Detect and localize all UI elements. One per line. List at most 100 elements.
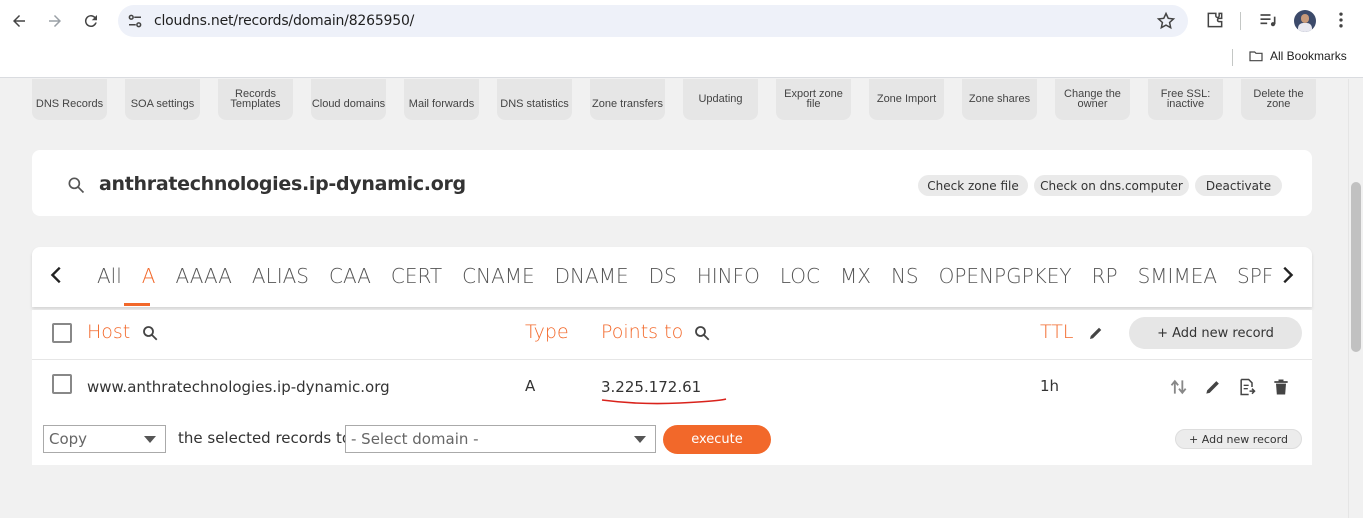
tool-free-ssl[interactable]: Free SSL: inactive bbox=[1148, 79, 1223, 120]
tab-list: All A AAAA ALIAS CAA CERT CNAME DNAME DS… bbox=[87, 264, 1283, 288]
record-ttl: 1h bbox=[1040, 377, 1060, 395]
sort-arrows-icon[interactable] bbox=[1169, 377, 1189, 397]
bulk-actions-bar: Copy the selected records to - Select do… bbox=[32, 413, 1312, 465]
check-zone-file-button[interactable]: Check zone file bbox=[918, 175, 1028, 196]
tool-mail-forwards[interactable]: Mail forwards bbox=[404, 79, 479, 120]
record-points-to: 3.225.172.61 bbox=[601, 378, 702, 396]
execute-button[interactable]: execute bbox=[663, 425, 771, 454]
tool-zone-transfers[interactable]: Zone transfers bbox=[590, 79, 665, 120]
record-type-tabs: All A AAAA ALIAS CAA CERT CNAME DNAME DS… bbox=[32, 247, 1312, 307]
tool-label: Zone Import bbox=[876, 93, 937, 105]
forward-button[interactable] bbox=[42, 8, 68, 34]
tab-smimea[interactable]: SMIMEA bbox=[1128, 264, 1227, 288]
tool-dns-records[interactable]: DNS Records bbox=[32, 79, 107, 120]
tool-label: Free SSL: inactive bbox=[1160, 88, 1211, 110]
chevron-right-icon[interactable] bbox=[1276, 264, 1298, 286]
tool-label: Zone shares bbox=[968, 93, 1031, 105]
tool-updating[interactable]: Updating bbox=[683, 79, 758, 120]
points-to-header[interactable]: Points to bbox=[601, 321, 683, 343]
clone-record-icon[interactable] bbox=[1237, 377, 1257, 397]
tool-export-zone-file[interactable]: Export zone file bbox=[776, 79, 851, 120]
add-record-button-top[interactable]: + Add new record bbox=[1129, 317, 1302, 349]
tool-zone-shares[interactable]: Zone shares bbox=[962, 79, 1037, 120]
tool-label: Delete the zone bbox=[1253, 88, 1304, 110]
tool-label: Export zone file bbox=[784, 88, 843, 110]
ttl-header[interactable]: TTL bbox=[1040, 321, 1073, 343]
host-search-icon[interactable] bbox=[141, 324, 159, 342]
trash-icon[interactable] bbox=[1271, 377, 1291, 397]
all-bookmarks-button[interactable]: All Bookmarks bbox=[1248, 48, 1347, 64]
table-header: Host Type Points to TTL + Add new record bbox=[32, 310, 1312, 360]
page-scrollbar[interactable] bbox=[1348, 79, 1363, 518]
domain-header-card: anthratechnologies.ip-dynamic.org Check … bbox=[32, 150, 1312, 216]
site-settings-icon[interactable] bbox=[126, 12, 144, 30]
tab-a[interactable]: A bbox=[132, 264, 166, 288]
address-bar[interactable]: cloudns.net/records/domain/8265950/ bbox=[118, 5, 1188, 37]
type-header[interactable]: Type bbox=[525, 321, 569, 343]
ttl-edit-icon[interactable] bbox=[1087, 324, 1105, 342]
extensions-icon[interactable] bbox=[1205, 10, 1225, 30]
tool-dns-statistics[interactable]: DNS statistics bbox=[497, 79, 572, 120]
url-text[interactable]: cloudns.net/records/domain/8265950/ bbox=[154, 13, 414, 29]
tab-caa[interactable]: CAA bbox=[319, 264, 381, 288]
tab-dname[interactable]: DNAME bbox=[545, 264, 639, 288]
domain-select[interactable]: - Select domain - bbox=[345, 425, 656, 453]
records-table: Host Type Points to TTL + Add new record… bbox=[32, 310, 1312, 413]
tab-cert[interactable]: CERT bbox=[381, 264, 452, 288]
tab-aaaa[interactable]: AAAA bbox=[165, 264, 241, 288]
tab-ds[interactable]: DS bbox=[639, 264, 687, 288]
tab-cname[interactable]: CNAME bbox=[452, 264, 545, 288]
tool-soa-settings[interactable]: SOA settings bbox=[125, 79, 200, 120]
tab-alias[interactable]: ALIAS bbox=[242, 264, 319, 288]
bulk-action-select[interactable]: Copy bbox=[43, 425, 166, 453]
tab-ns[interactable]: NS bbox=[881, 264, 929, 288]
tool-records-templates[interactable]: Records Templates bbox=[218, 79, 293, 120]
tool-label: Mail forwards bbox=[408, 98, 475, 110]
select-all-checkbox[interactable] bbox=[52, 323, 72, 343]
tab-loc[interactable]: LOC bbox=[770, 264, 830, 288]
record-type: A bbox=[525, 377, 536, 395]
tool-zone-import[interactable]: Zone Import bbox=[869, 79, 944, 120]
deactivate-button[interactable]: Deactivate bbox=[1195, 175, 1282, 196]
record-host: www.anthratechnologies.ip-dynamic.org bbox=[87, 378, 390, 396]
more-menu-icon[interactable] bbox=[1331, 10, 1351, 30]
hand-drawn-underline bbox=[601, 398, 727, 405]
folder-icon bbox=[1249, 51, 1263, 62]
reload-button[interactable] bbox=[78, 8, 104, 34]
edit-icon[interactable] bbox=[1203, 377, 1223, 397]
browser-chrome: cloudns.net/records/domain/8265950/ All … bbox=[0, 0, 1363, 78]
tool-label: Cloud domains bbox=[311, 98, 386, 110]
profile-avatar[interactable] bbox=[1294, 10, 1316, 32]
scrollbar-thumb[interactable] bbox=[1351, 182, 1361, 352]
points-to-search-icon[interactable] bbox=[693, 324, 711, 342]
tool-label: Change the owner bbox=[1064, 88, 1121, 110]
tab-hinfo[interactable]: HINFO bbox=[687, 264, 770, 288]
tool-change-owner[interactable]: Change the owner bbox=[1055, 79, 1130, 120]
domain-name: anthratechnologies.ip-dynamic.org bbox=[99, 173, 466, 195]
tab-rp[interactable]: RP bbox=[1082, 264, 1128, 288]
search-icon[interactable] bbox=[66, 175, 86, 195]
host-header[interactable]: Host bbox=[87, 321, 130, 343]
bookmark-star-icon[interactable] bbox=[1156, 11, 1176, 31]
add-record-button-bottom[interactable]: + Add new record bbox=[1175, 429, 1302, 449]
bulk-middle-text: the selected records to bbox=[178, 429, 352, 447]
bulk-action-value: Copy bbox=[49, 430, 88, 448]
tool-label: Updating bbox=[698, 93, 743, 105]
tool-label: SOA settings bbox=[130, 98, 195, 110]
arrow-left-icon bbox=[13, 15, 25, 27]
media-controls-icon[interactable] bbox=[1258, 10, 1278, 30]
tab-openpgpkey[interactable]: OPENPGPKEY bbox=[929, 264, 1082, 288]
page-content: DNS Records SOA settings Records Templat… bbox=[0, 79, 1348, 518]
tool-label: DNS Records bbox=[35, 98, 104, 110]
dropdown-caret-icon bbox=[634, 436, 646, 443]
tool-delete-zone[interactable]: Delete the zone bbox=[1241, 79, 1316, 120]
chevron-left-icon[interactable] bbox=[46, 264, 68, 286]
tab-all[interactable]: All bbox=[87, 264, 132, 288]
zone-toolbar: DNS Records SOA settings Records Templat… bbox=[32, 79, 1316, 120]
check-dns-computer-button[interactable]: Check on dns.computer bbox=[1034, 175, 1189, 196]
tab-mx[interactable]: MX bbox=[830, 264, 881, 288]
row-checkbox[interactable] bbox=[52, 374, 72, 394]
tab-spf[interactable]: SPF bbox=[1227, 264, 1283, 288]
tool-cloud-domains[interactable]: Cloud domains bbox=[311, 79, 386, 120]
back-button[interactable] bbox=[6, 8, 32, 34]
